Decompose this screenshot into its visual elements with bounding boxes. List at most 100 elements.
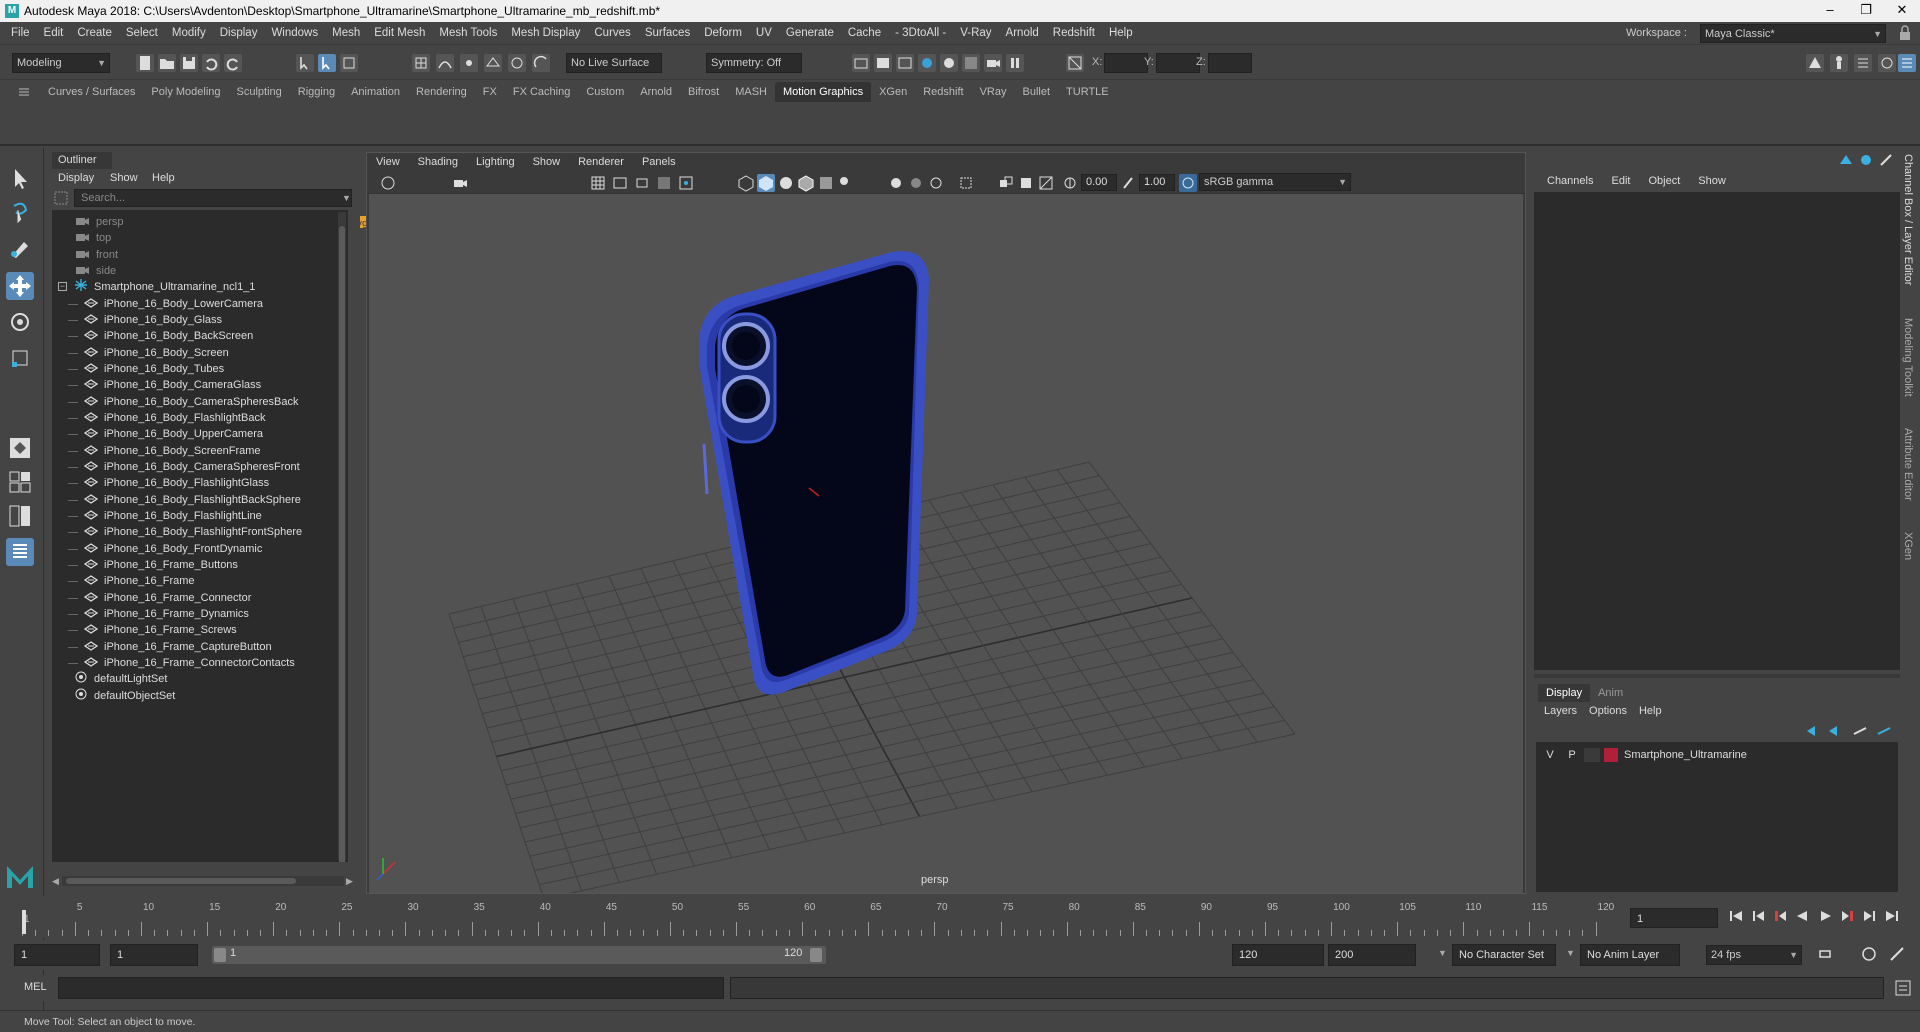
select-object-icon[interactable]	[318, 54, 336, 72]
menu-redshift[interactable]: Redshift	[1046, 22, 1102, 45]
shelf-tab-arnold[interactable]: Arnold	[632, 82, 680, 102]
go-to-end-icon[interactable]	[1884, 908, 1900, 924]
exposure-icon[interactable]	[1061, 174, 1079, 192]
attribute-toggle-icon[interactable]	[1858, 152, 1874, 168]
smartphone-model[interactable]	[699, 251, 929, 695]
animation-start-field[interactable]: 1	[14, 944, 100, 966]
shelf-tab-xgen[interactable]: XGen	[871, 82, 915, 102]
menu-modify[interactable]: Modify	[165, 22, 213, 45]
viewport-scene[interactable]	[369, 194, 1523, 893]
outliner-horizontal-scrollbar[interactable]	[62, 876, 344, 886]
shelf-tab-turtle[interactable]: TURTLE	[1058, 82, 1117, 102]
shelf-tab-bifrost[interactable]: Bifrost	[680, 82, 727, 102]
range-end-handle[interactable]	[810, 948, 822, 962]
layer-playback-toggle[interactable]: P	[1564, 746, 1580, 764]
layer-visibility-toggle[interactable]: V	[1542, 746, 1558, 764]
shelf-tab-curves-surfaces[interactable]: Curves / Surfaces	[40, 82, 143, 102]
x-field[interactable]	[1104, 53, 1148, 73]
tool-toggle-icon[interactable]	[1878, 152, 1894, 168]
step-forward-key-icon[interactable]	[1840, 908, 1856, 924]
layer-tab-display[interactable]: Display	[1538, 684, 1591, 702]
step-back-key-icon[interactable]	[1772, 908, 1788, 924]
loop-playback-icon[interactable]	[1816, 945, 1834, 963]
move-layer-up-icon[interactable]	[1804, 724, 1820, 738]
layer-color-swatch[interactable]	[1604, 748, 1618, 762]
camera-attributes-icon[interactable]	[451, 174, 469, 192]
backface-culling-icon[interactable]	[1037, 174, 1055, 192]
open-scene-icon[interactable]	[158, 54, 176, 72]
shelf-tab-rendering[interactable]: Rendering	[408, 82, 475, 102]
menu-deform[interactable]: Deform	[697, 22, 749, 45]
time-slider[interactable]: 1 5 10 15 20 25 30 35 40 45 50 55 60 65 70 75 80 85 90 95 10…	[0, 896, 1920, 938]
new-layer-selected-icon[interactable]	[1876, 724, 1892, 738]
snap-curve-icon[interactable]	[436, 54, 454, 72]
animation-preferences-icon[interactable]	[1888, 945, 1906, 963]
redo-icon[interactable]	[224, 54, 242, 72]
viewport-menu-shading[interactable]: Shading	[409, 153, 467, 171]
menu-help[interactable]: Help	[1102, 22, 1140, 45]
outliner-set-defaultobjectset[interactable]: defaultObjectSet	[74, 686, 175, 706]
menu-set-select[interactable]: Modeling ▼	[12, 53, 110, 73]
workspace-select[interactable]: Maya Classic* ▼	[1700, 24, 1886, 43]
search-dropdown-icon[interactable]: ▼	[342, 193, 351, 203]
outliner-vertical-scrollbar[interactable]	[338, 212, 346, 862]
outliner-layout-icon[interactable]	[6, 538, 34, 566]
menu-file[interactable]: File	[4, 22, 37, 45]
render-frame-icon[interactable]	[852, 54, 870, 72]
save-scene-icon[interactable]	[180, 54, 198, 72]
shadows-icon[interactable]	[887, 174, 905, 192]
shelf-tab-bullet[interactable]: Bullet	[1015, 82, 1059, 102]
ipr-render-icon[interactable]	[896, 54, 914, 72]
y-field[interactable]	[1156, 53, 1200, 73]
minimize-button[interactable]: –	[1820, 2, 1840, 17]
scroll-left-icon[interactable]: ◀	[52, 876, 59, 887]
paint-select-tool-icon[interactable]	[6, 234, 34, 262]
menu-windows[interactable]: Windows	[264, 22, 325, 45]
render-settings-icon[interactable]	[918, 54, 936, 72]
maximize-button[interactable]: ❐	[1856, 2, 1876, 18]
symmetry-select[interactable]: Symmetry: Off	[706, 53, 802, 73]
shelf-tab-vray[interactable]: VRay	[972, 82, 1015, 102]
mel-label[interactable]: MEL	[24, 981, 47, 993]
menu-arnold[interactable]: Arnold	[999, 22, 1046, 45]
character-set-arrow-icon[interactable]: ▼	[1438, 948, 1447, 958]
outliner-menu-display[interactable]: Display	[58, 170, 94, 186]
shelf-tab-fx-caching[interactable]: FX Caching	[505, 82, 578, 102]
animation-end-field[interactable]: 200	[1328, 944, 1416, 966]
z-field[interactable]	[1208, 53, 1252, 73]
shelf-menu-icon[interactable]	[18, 86, 30, 98]
outliner-tab[interactable]: Outliner	[52, 152, 112, 169]
menu-edit-mesh[interactable]: Edit Mesh	[367, 22, 432, 45]
default-material-icon[interactable]	[777, 174, 795, 192]
menu-edit[interactable]: Edit	[37, 22, 71, 45]
new-layer-icon[interactable]	[1852, 724, 1868, 738]
layer-menu-options[interactable]: Options	[1583, 702, 1633, 720]
viewport-menu-panels[interactable]: Panels	[633, 153, 685, 171]
3d-viewport[interactable]: persp	[369, 194, 1523, 893]
outliner-menu-help[interactable]: Help	[152, 170, 175, 186]
menu-curves[interactable]: Curves	[587, 22, 637, 45]
viewport-menu-show[interactable]: Show	[524, 153, 570, 171]
current-frame-field[interactable]: 1	[1630, 908, 1718, 928]
menu-mesh[interactable]: Mesh	[325, 22, 367, 45]
select-tool-icon[interactable]	[6, 164, 34, 192]
menu-display[interactable]: Display	[213, 22, 265, 45]
gamma-field[interactable]: 1.00	[1139, 174, 1175, 191]
wireframe-on-shaded-icon[interactable]	[797, 174, 815, 192]
layer-row[interactable]: V P Smartphone_Ultramarine	[1536, 746, 1898, 764]
character-controls-icon[interactable]	[1830, 54, 1848, 72]
anim-layer-arrow-icon[interactable]: ▼	[1566, 948, 1575, 958]
field-chart-icon[interactable]	[677, 174, 695, 192]
menu-surfaces[interactable]: Surfaces	[638, 22, 697, 45]
select-hierarchy-icon[interactable]	[296, 54, 314, 72]
viewport-menu-lighting[interactable]: Lighting	[467, 153, 524, 171]
layer-display-type[interactable]	[1584, 748, 1600, 762]
shelf-tab-mash[interactable]: MASH	[727, 82, 775, 102]
snap-together-icon[interactable]	[532, 54, 550, 72]
shelf-tab-fx[interactable]: FX	[475, 82, 505, 102]
lock-icon[interactable]	[1898, 25, 1912, 41]
gate-mask-icon[interactable]	[655, 174, 673, 192]
shelf-tab-rigging[interactable]: Rigging	[290, 82, 343, 102]
menu-uv[interactable]: UV	[749, 22, 779, 45]
rotate-tool-icon[interactable]	[6, 308, 34, 336]
